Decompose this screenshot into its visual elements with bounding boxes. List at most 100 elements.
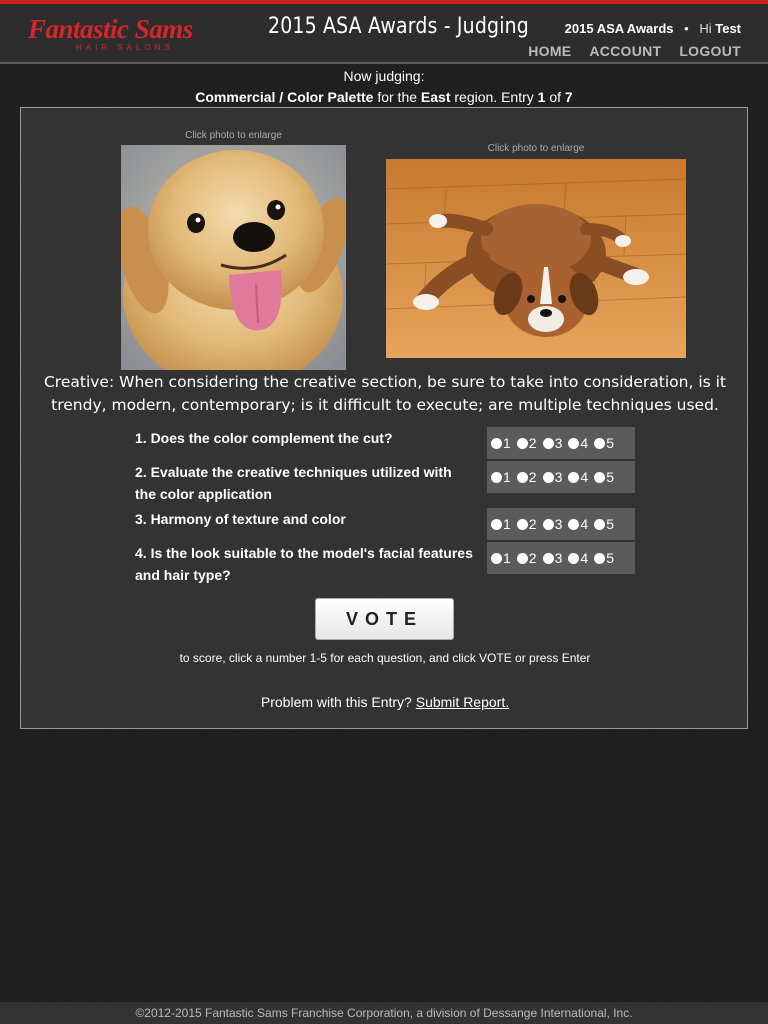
score-radio-q4-2[interactable]: 2 — [516, 550, 537, 566]
problem-line: Problem with this Entry? Submit Report. — [21, 694, 749, 710]
greeting: Hi — [699, 21, 712, 36]
main-nav: HOME ACCOUNT LOGOUT — [514, 43, 741, 59]
page-title: 2015 ASA Awards - Judging — [268, 14, 529, 39]
region-name: East — [420, 89, 451, 105]
category-name: Commercial / Color Palette — [195, 89, 374, 105]
score-label: 1 — [503, 469, 511, 485]
score-label: 3 — [554, 469, 563, 485]
score-label: 2 — [528, 469, 537, 485]
entry-photo-right[interactable] — [386, 159, 686, 358]
score-label: 1 — [503, 435, 511, 451]
score-label: 3 — [554, 550, 563, 566]
nav-logout[interactable]: LOGOUT — [679, 43, 741, 59]
entry-total: 7 — [564, 89, 573, 105]
radio-circle-icon — [516, 552, 528, 564]
score-radio-q3-2[interactable]: 2 — [516, 516, 537, 532]
radio-circle-icon — [568, 552, 580, 564]
judging-panel: Click photo to enlarge Click photo to en… — [20, 107, 748, 729]
score-radio-q4-3[interactable]: 3 — [542, 550, 563, 566]
submit-report-link[interactable]: Submit Report. — [416, 694, 509, 710]
top-bar: Fantastic Sams HAIR SALONS 2015 ASA Awar… — [0, 0, 768, 64]
radio-circle-icon — [516, 471, 528, 483]
score-radio-q4-5[interactable]: 5 — [594, 550, 614, 566]
scoring-hint: to score, click a number 1-5 for each qu… — [179, 651, 591, 665]
score-label: 1 — [503, 550, 511, 566]
score-label: 5 — [606, 550, 614, 566]
radio-circle-icon — [491, 552, 502, 564]
radio-circle-icon — [491, 471, 502, 483]
score-radio-q1-3[interactable]: 3 — [542, 435, 563, 451]
question-3: 3. Harmony of texture and color — [135, 511, 346, 527]
radio-circle-icon — [491, 518, 502, 530]
score-group-3: 1 2 3 4 5 — [487, 508, 635, 540]
nav-account[interactable]: ACCOUNT — [589, 43, 661, 59]
logo-wordmark: Fantastic Sams — [28, 14, 193, 44]
question-2: 2. Evaluate the creative techniques util… — [135, 464, 452, 502]
region-suffix: region. Entry — [454, 89, 534, 105]
score-radio-q4-4[interactable]: 4 — [568, 550, 588, 566]
score-radio-q2-5[interactable]: 5 — [594, 469, 614, 485]
score-radio-q1-1[interactable]: 1 — [491, 435, 511, 451]
brand-logo[interactable]: Fantastic Sams HAIR SALONS — [28, 14, 233, 52]
radio-circle-icon — [594, 471, 606, 483]
radio-circle-icon — [516, 518, 528, 530]
radio-circle-icon — [516, 437, 528, 449]
score-label: 2 — [528, 435, 537, 451]
radio-circle-icon — [542, 437, 554, 449]
score-label: 4 — [580, 516, 589, 532]
vote-button[interactable]: VOTE — [315, 598, 454, 640]
score-radio-q2-1[interactable]: 1 — [491, 469, 511, 485]
score-group-2: 1 2 3 4 5 — [487, 461, 635, 493]
nav-home[interactable]: HOME — [528, 43, 571, 59]
score-label: 4 — [580, 550, 589, 566]
footer-copyright: ©2012-2015 Fantastic Sams Franchise Corp… — [0, 1002, 768, 1024]
judging-header: Now judging: Commercial / Color Palette … — [0, 66, 768, 108]
awards-label: 2015 ASA Awards — [564, 21, 674, 36]
score-label: 4 — [580, 435, 589, 451]
score-radio-q3-4[interactable]: 4 — [568, 516, 588, 532]
score-radio-q2-2[interactable]: 2 — [516, 469, 537, 485]
score-label: 4 — [580, 469, 589, 485]
radio-circle-icon — [542, 552, 554, 564]
score-label: 3 — [554, 516, 563, 532]
score-label: 5 — [606, 516, 614, 532]
score-radio-q1-4[interactable]: 4 — [568, 435, 588, 451]
for-the-text: for the — [377, 89, 418, 105]
score-radio-q4-1[interactable]: 1 — [491, 550, 511, 566]
entry-photo-left[interactable] — [121, 145, 346, 370]
score-group-4: 1 2 3 4 5 — [487, 542, 635, 574]
score-label: 2 — [528, 550, 537, 566]
radio-circle-icon — [568, 437, 580, 449]
radio-circle-icon — [491, 437, 502, 449]
creative-instructions: Creative: When considering the creative … — [43, 373, 727, 414]
score-label: 5 — [606, 435, 614, 451]
score-label: 5 — [606, 469, 614, 485]
of-text: of — [549, 89, 562, 105]
logo-tagline: HAIR SALONS — [76, 43, 174, 52]
score-label: 1 — [503, 516, 511, 532]
score-radio-q3-1[interactable]: 1 — [491, 516, 511, 532]
now-judging-label: Now judging: — [343, 68, 425, 84]
score-label: 2 — [528, 516, 537, 532]
photo-caption-right: Click photo to enlarge — [487, 143, 585, 154]
radio-circle-icon — [542, 471, 554, 483]
score-label: 3 — [554, 435, 563, 451]
score-radio-q2-3[interactable]: 3 — [542, 469, 563, 485]
question-1: 1. Does the color complement the cut? — [135, 430, 393, 446]
score-radio-q1-5[interactable]: 5 — [594, 435, 614, 451]
score-radio-q1-2[interactable]: 2 — [516, 435, 537, 451]
radio-circle-icon — [568, 518, 580, 530]
radio-circle-icon — [594, 552, 606, 564]
user-name: Test — [715, 21, 741, 36]
score-radio-q2-4[interactable]: 4 — [568, 469, 588, 485]
user-info: 2015 ASA Awards • Hi Test — [565, 21, 741, 36]
question-4: 4. Is the look suitable to the model's f… — [135, 545, 473, 583]
radio-circle-icon — [594, 518, 606, 530]
radio-circle-icon — [542, 518, 554, 530]
entry-info: Commercial / Color Palette for the East … — [0, 87, 768, 108]
score-radio-q3-5[interactable]: 5 — [594, 516, 614, 532]
separator: • — [684, 21, 689, 36]
radio-circle-icon — [594, 437, 606, 449]
photo-caption-left: Click photo to enlarge — [185, 130, 282, 141]
score-radio-q3-3[interactable]: 3 — [542, 516, 563, 532]
